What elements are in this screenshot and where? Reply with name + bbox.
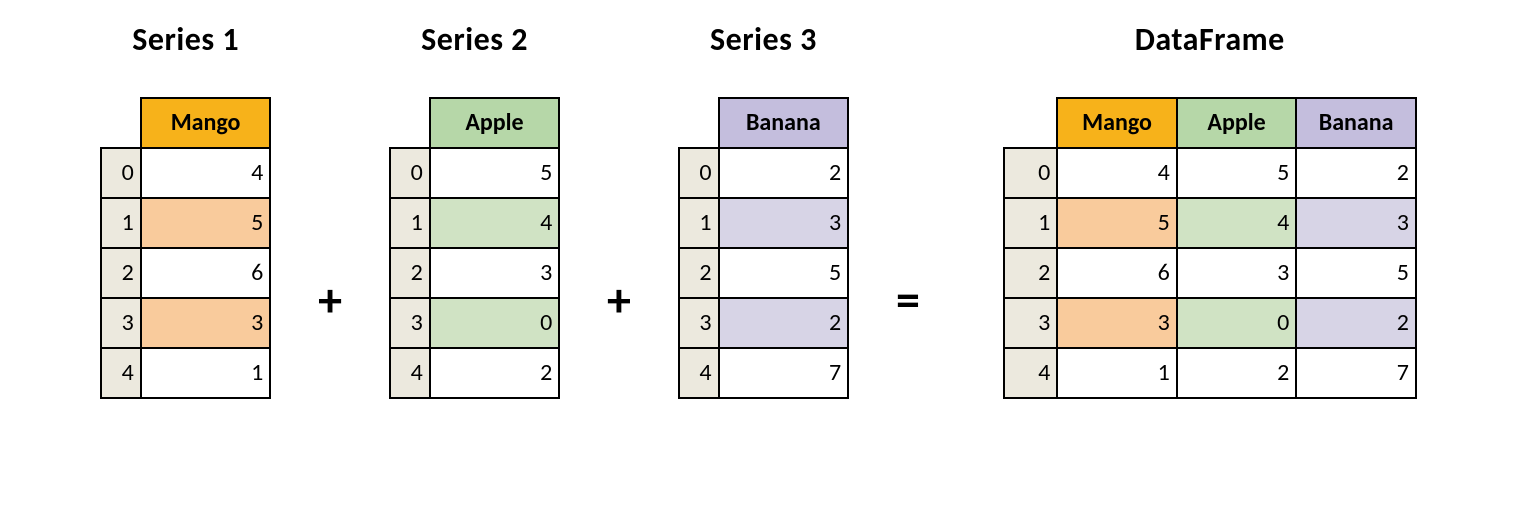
index-cell: 0 <box>1004 148 1058 198</box>
value-cell: 1 <box>1057 348 1177 398</box>
index-cell: 2 <box>679 248 719 298</box>
table-row: 2 6 3 5 <box>1004 248 1416 298</box>
series-2-table: Apple 05 14 23 30 42 <box>389 97 560 399</box>
value-cell: 3 <box>141 298 271 348</box>
value-cell: 4 <box>1057 148 1177 198</box>
series-2-block: Series 2 Apple 05 14 23 30 42 <box>389 20 560 399</box>
value-cell: 7 <box>719 348 849 398</box>
blank-header <box>1004 98 1058 148</box>
value-cell: 6 <box>1057 248 1177 298</box>
table-row: 3 3 0 2 <box>1004 298 1416 348</box>
value-cell: 3 <box>430 248 560 298</box>
index-cell: 0 <box>679 148 719 198</box>
index-cell: 4 <box>390 348 430 398</box>
df-banana-header: Banana <box>1296 98 1416 148</box>
blank-header <box>679 98 719 148</box>
apple-header: Apple <box>430 98 560 148</box>
value-cell: 5 <box>719 248 849 298</box>
series-2-title: Series 2 <box>421 20 528 59</box>
index-cell: 0 <box>390 148 430 198</box>
series-1-table: Mango 04 15 26 33 41 <box>100 97 271 399</box>
blank-header <box>101 98 141 148</box>
index-cell: 3 <box>390 298 430 348</box>
banana-header: Banana <box>719 98 849 148</box>
diagram-canvas: Series 1 Mango 04 15 26 33 41 + Series 2 <box>0 0 1517 529</box>
dataframe-block: DataFrame Mango Apple Banana 0 4 5 2 1 5 <box>1003 20 1417 399</box>
index-cell: 1 <box>1004 198 1058 248</box>
value-cell: 0 <box>1177 298 1296 348</box>
series-3-block: Series 3 Banana 02 13 25 32 47 <box>678 20 849 399</box>
index-cell: 4 <box>101 348 141 398</box>
value-cell: 2 <box>1296 148 1416 198</box>
df-mango-header: Mango <box>1057 98 1177 148</box>
index-cell: 2 <box>390 248 430 298</box>
df-apple-header: Apple <box>1177 98 1296 148</box>
index-cell: 4 <box>1004 348 1058 398</box>
value-cell: 4 <box>430 198 560 248</box>
table-row: 4 1 2 7 <box>1004 348 1416 398</box>
index-cell: 3 <box>679 298 719 348</box>
index-cell: 1 <box>101 198 141 248</box>
value-cell: 5 <box>1296 248 1416 298</box>
dataframe-table: Mango Apple Banana 0 4 5 2 1 5 4 3 2 <box>1003 97 1417 399</box>
index-cell: 1 <box>390 198 430 248</box>
value-cell: 2 <box>719 298 849 348</box>
series-3-table: Banana 02 13 25 32 47 <box>678 97 849 399</box>
value-cell: 3 <box>1057 298 1177 348</box>
value-cell: 5 <box>430 148 560 198</box>
value-cell: 6 <box>141 248 271 298</box>
index-cell: 3 <box>101 298 141 348</box>
table-row: 0 4 5 2 <box>1004 148 1416 198</box>
value-cell: 0 <box>430 298 560 348</box>
plus-operator-2: + <box>584 270 654 329</box>
value-cell: 1 <box>141 348 271 398</box>
index-cell: 0 <box>101 148 141 198</box>
value-cell: 7 <box>1296 348 1416 398</box>
plus-operator-1: + <box>295 270 365 329</box>
index-cell: 2 <box>101 248 141 298</box>
value-cell: 3 <box>1177 248 1296 298</box>
value-cell: 3 <box>1296 198 1416 248</box>
mango-header: Mango <box>141 98 271 148</box>
value-cell: 5 <box>1057 198 1177 248</box>
value-cell: 2 <box>430 348 560 398</box>
value-cell: 3 <box>719 198 849 248</box>
index-cell: 2 <box>1004 248 1058 298</box>
value-cell: 2 <box>1296 298 1416 348</box>
index-cell: 1 <box>679 198 719 248</box>
index-cell: 4 <box>679 348 719 398</box>
table-row: 1 5 4 3 <box>1004 198 1416 248</box>
value-cell: 2 <box>719 148 849 198</box>
equals-operator: = <box>873 270 943 329</box>
dataframe-title: DataFrame <box>1135 20 1285 59</box>
value-cell: 4 <box>141 148 271 198</box>
blank-header <box>390 98 430 148</box>
value-cell: 2 <box>1177 348 1296 398</box>
diagram-row: Series 1 Mango 04 15 26 33 41 + Series 2 <box>0 0 1517 399</box>
index-cell: 3 <box>1004 298 1058 348</box>
value-cell: 4 <box>1177 198 1296 248</box>
series-3-title: Series 3 <box>710 20 817 59</box>
series-1-title: Series 1 <box>132 20 239 59</box>
value-cell: 5 <box>141 198 271 248</box>
value-cell: 5 <box>1177 148 1296 198</box>
series-1-block: Series 1 Mango 04 15 26 33 41 <box>100 20 271 399</box>
